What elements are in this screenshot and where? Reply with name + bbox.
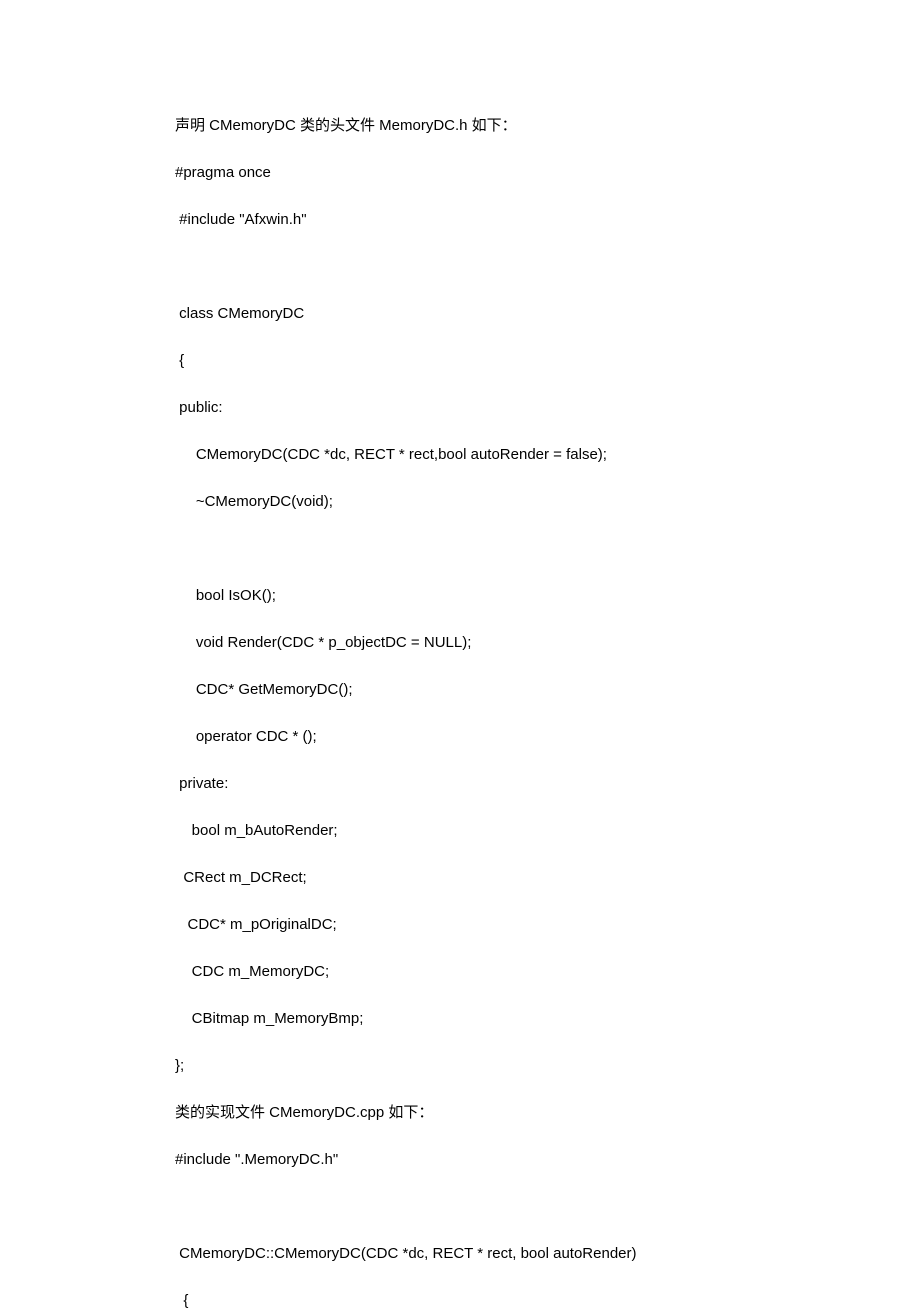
code-line: CRect m_DCRect; xyxy=(175,867,920,888)
code-line: class CMemoryDC xyxy=(175,303,920,324)
code-line: bool IsOK(); xyxy=(175,585,920,606)
code-line: void Render(CDC * p_objectDC = NULL); xyxy=(175,632,920,653)
code-line: CDC* m_pOriginalDC; xyxy=(175,914,920,935)
code-line xyxy=(175,256,920,277)
code-line: public: xyxy=(175,397,920,418)
code-line: }; xyxy=(175,1055,920,1076)
code-line: CMemoryDC::CMemoryDC(CDC *dc, RECT * rec… xyxy=(175,1243,920,1264)
code-line: CMemoryDC(CDC *dc, RECT * rect,bool auto… xyxy=(175,444,920,465)
code-line: bool m_bAutoRender; xyxy=(175,820,920,841)
code-line: #pragma once xyxy=(175,162,920,183)
code-line: ~CMemoryDC(void); xyxy=(175,491,920,512)
code-line: 类的实现文件 CMemoryDC.cpp 如下： xyxy=(175,1102,920,1123)
code-line xyxy=(175,1196,920,1217)
code-line: { xyxy=(175,350,920,371)
code-line: CDC m_MemoryDC; xyxy=(175,961,920,982)
code-line: CDC* GetMemoryDC(); xyxy=(175,679,920,700)
code-line: 声明 CMemoryDC 类的头文件 MemoryDC.h 如下： xyxy=(175,115,920,136)
code-line xyxy=(175,538,920,559)
code-line: #include ".MemoryDC.h" xyxy=(175,1149,920,1170)
code-line: CBitmap m_MemoryBmp; xyxy=(175,1008,920,1029)
code-line: private: xyxy=(175,773,920,794)
code-line: #include "Afxwin.h" xyxy=(175,209,920,230)
code-line: { xyxy=(175,1290,920,1311)
code-line: operator CDC * (); xyxy=(175,726,920,747)
